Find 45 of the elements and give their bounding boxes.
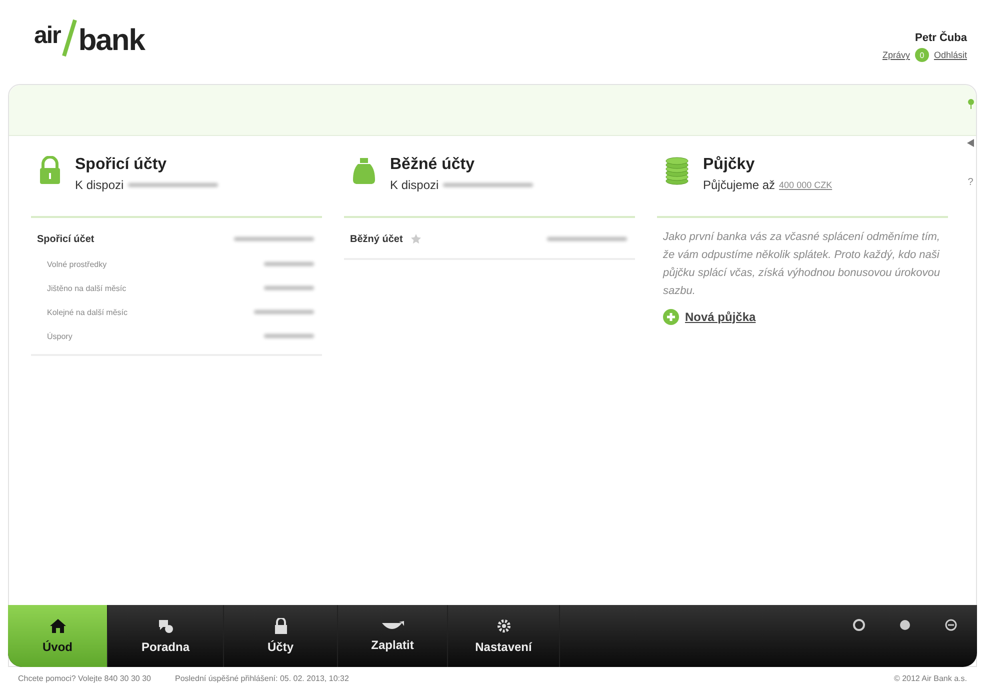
arrow-icon[interactable] [967,139,974,147]
new-loan-link[interactable]: Nová půjčka [663,308,756,325]
nav-tab[interactable]: Nastavení [448,605,560,667]
message-count: 0 [914,48,929,62]
account-label: Jištěno na další měsíc [47,284,126,292]
loan-description: Jako první banka vás za včasné splácení odměníme tím, že vám odpustíme několik splátek. Proto každý, kdo naši půjčku splácí včas, získá výhodnou bonusovou úrokovou sazbu. [663,230,940,300]
star-icon[interactable] [410,234,421,244]
blurred-amount [264,262,314,266]
blurred-amount [264,286,314,290]
section-title: Spořicí účty [75,156,168,174]
plus-icon [663,308,679,325]
account-label[interactable]: Běžný účet [350,234,403,244]
messages-link[interactable]: Zprávy [882,50,910,60]
account-label: Úspory [47,332,72,340]
nav-tab[interactable]: Úvod [8,605,108,667]
coin-stack-icon [665,156,689,186]
account-label[interactable]: Spořicí účet [37,234,94,244]
last-login-text: Poslední úspěšné přihlášení: 05. 02. 2013, 10:32 [174,674,349,682]
money-bag-icon [352,156,376,186]
loan-amount-link[interactable]: 400 000 CZK [779,180,832,190]
account-label: Kolejné na další měsíc [47,308,128,316]
section-subtitle: K dispozi [75,178,124,192]
arrow-icon [380,620,404,632]
exit-icon[interactable] [945,619,957,631]
section-title: Běžné účty [390,156,476,174]
section-title: Půjčky [703,156,756,174]
blurred-amount [264,334,314,338]
section-subtitle: Půjčujeme až [703,178,776,192]
account-label: Volné prostředky [47,260,107,268]
nav-tab[interactable]: Poradna [108,605,224,667]
blurred-amount [254,310,314,314]
gear-icon [496,618,512,634]
lock-icon [274,618,288,634]
circle-icon[interactable] [853,619,865,631]
logout-link[interactable]: Odhlásit [934,50,967,60]
help-text: Chcete pomoci? Volejte 840 30 30 30 [18,674,151,682]
help-icon[interactable]: ? [968,177,974,188]
copyright-text: © 2012 Air Bank a.s. [894,674,967,682]
nav-tab[interactable]: Účty [224,605,338,667]
logo: air bank [34,18,144,58]
home-icon [48,618,66,634]
lock-icon [39,156,61,186]
section-subtitle: K dispozi [390,178,439,192]
user-name: Petr Čuba [915,32,967,44]
nav-tab[interactable]: Zaplatit [338,605,448,667]
